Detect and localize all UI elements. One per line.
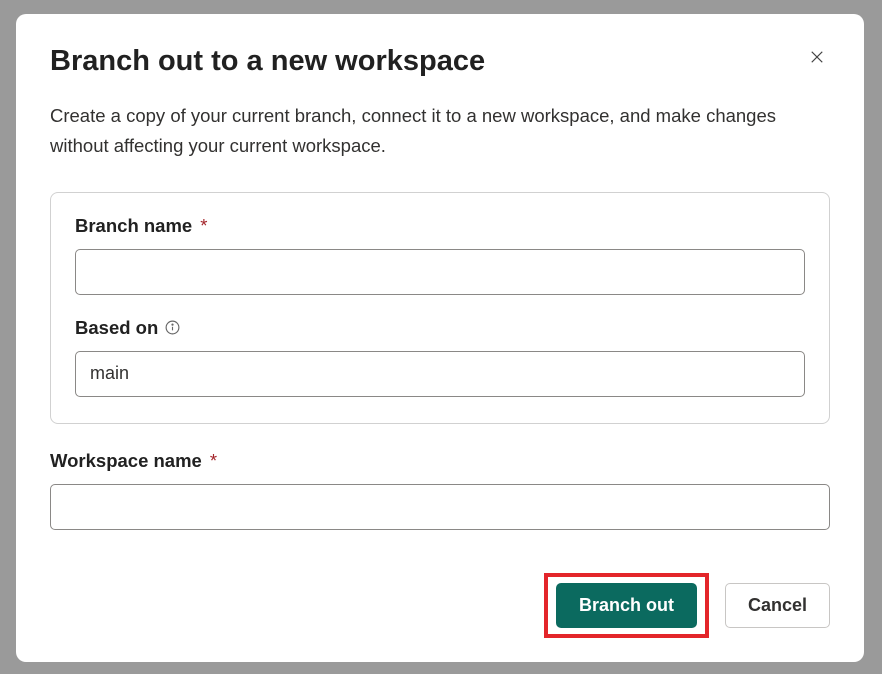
workspace-name-label: Workspace name * [50, 450, 830, 472]
dialog-title: Branch out to a new workspace [50, 44, 485, 79]
dialog-description: Create a copy of your current branch, co… [50, 101, 830, 162]
workspace-name-input[interactable] [50, 484, 830, 530]
branch-out-button[interactable]: Branch out [556, 583, 697, 628]
based-on-group: Based on [75, 317, 805, 397]
info-icon[interactable] [164, 319, 181, 336]
branch-out-dialog: Branch out to a new workspace Create a c… [16, 14, 864, 662]
dialog-footer: Branch out Cancel [50, 573, 830, 638]
branch-name-input[interactable] [75, 249, 805, 295]
branch-form-card: Branch name * Based on [50, 192, 830, 424]
required-marker: * [210, 450, 217, 472]
close-button[interactable] [804, 44, 830, 73]
based-on-label: Based on [75, 317, 805, 339]
highlight-box: Branch out [544, 573, 709, 638]
cancel-button[interactable]: Cancel [725, 583, 830, 628]
dialog-header: Branch out to a new workspace [50, 44, 830, 79]
based-on-input[interactable] [75, 351, 805, 397]
workspace-name-group: Workspace name * [50, 450, 830, 530]
close-icon [808, 48, 826, 69]
required-marker: * [200, 215, 207, 237]
branch-name-group: Branch name * [75, 215, 805, 295]
branch-name-label: Branch name * [75, 215, 805, 237]
